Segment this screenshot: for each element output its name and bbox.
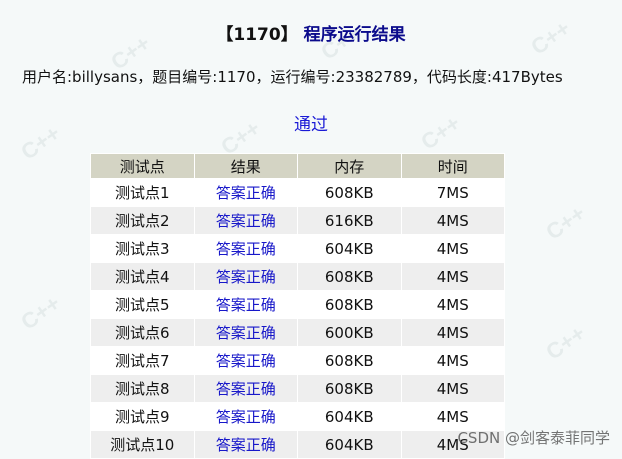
- result-cell: 答案正确: [193, 374, 298, 403]
- result-cell: 答案正确: [193, 178, 298, 207]
- memory-cell: 608KB: [297, 178, 402, 207]
- memory-cell: 600KB: [297, 318, 402, 347]
- memory-cell: 608KB: [297, 290, 402, 319]
- watermark-text: C++: [541, 200, 590, 245]
- time-cell: 4MS: [400, 374, 505, 403]
- time-cell: 7MS: [400, 178, 505, 207]
- test-point-cell: 测试点7: [90, 346, 195, 375]
- time-cell: 4MS: [400, 206, 505, 235]
- column-header-time: 时间: [400, 153, 505, 179]
- result-cell: 答案正确: [193, 262, 298, 291]
- table-header-row: 测试点 结果 内存 时间: [90, 153, 505, 179]
- test-point-cell: 测试点9: [90, 402, 195, 431]
- test-point-cell: 测试点5: [90, 290, 195, 319]
- memory-cell: 616KB: [297, 206, 402, 235]
- problem-id: 【1170】: [216, 25, 298, 45]
- table-row: 测试点5 答案正确 608KB 4MS: [90, 290, 505, 319]
- page-title-text: 程序运行结果: [303, 25, 406, 45]
- memory-cell: 608KB: [297, 262, 402, 291]
- csdn-attribution: CSDN @剑客泰菲同学: [457, 429, 610, 447]
- result-cell: 答案正确: [193, 430, 298, 459]
- test-point-cell: 测试点1: [90, 178, 195, 207]
- time-cell: 4MS: [400, 318, 505, 347]
- memory-cell: 604KB: [297, 430, 402, 459]
- table-row: 测试点1 答案正确 608KB 7MS: [90, 178, 505, 207]
- table-row: 测试点6 答案正确 600KB 4MS: [90, 318, 505, 347]
- status-link[interactable]: 通过: [0, 110, 622, 135]
- time-cell: 4MS: [400, 290, 505, 319]
- result-cell: 答案正确: [193, 290, 298, 319]
- time-cell: 4MS: [400, 262, 505, 291]
- test-point-cell: 测试点3: [90, 234, 195, 263]
- test-point-cell: 测试点2: [90, 206, 195, 235]
- results-table-container: 测试点 结果 内存 时间 测试点1 答案正确 608KB 7MS 测试点2 答案正确 616…: [90, 153, 505, 459]
- table-row: 测试点7 答案正确 608KB 4MS: [90, 346, 505, 375]
- result-cell: 答案正确: [193, 206, 298, 235]
- result-cell: 答案正确: [193, 318, 298, 347]
- memory-cell: 604KB: [297, 402, 402, 431]
- test-point-cell: 测试点10: [90, 430, 195, 459]
- result-cell: 答案正确: [193, 402, 298, 431]
- table-row: 测试点9 答案正确 604KB 4MS: [90, 402, 505, 431]
- table-row: 测试点2 答案正确 616KB 4MS: [90, 206, 505, 235]
- result-cell: 答案正确: [193, 234, 298, 263]
- watermark-text: C++: [16, 290, 65, 335]
- page-title: 【1170】 程序运行结果: [0, 20, 622, 45]
- time-cell: 4MS: [400, 346, 505, 375]
- column-header-memory: 内存: [297, 153, 402, 179]
- memory-cell: 608KB: [297, 346, 402, 375]
- test-point-cell: 测试点4: [90, 262, 195, 291]
- time-cell: 4MS: [400, 234, 505, 263]
- table-row: 测试点10 答案正确 604KB 4MS: [90, 430, 505, 459]
- test-point-cell: 测试点6: [90, 318, 195, 347]
- test-point-cell: 测试点8: [90, 374, 195, 403]
- table-row: 测试点3 答案正确 604KB 4MS: [90, 234, 505, 263]
- watermark-text: C++: [541, 320, 590, 365]
- column-header-result: 结果: [193, 153, 298, 179]
- results-table: 测试点 结果 内存 时间 测试点1 答案正确 608KB 7MS 测试点2 答案正确 616…: [90, 153, 505, 459]
- submission-info: 用户名:billysans，题目编号:1170，运行编号:23382789，代码…: [22, 68, 563, 86]
- result-cell: 答案正确: [193, 346, 298, 375]
- table-row: 测试点8 答案正确 608KB 4MS: [90, 374, 505, 403]
- table-row: 测试点4 答案正确 608KB 4MS: [90, 262, 505, 291]
- memory-cell: 608KB: [297, 374, 402, 403]
- memory-cell: 604KB: [297, 234, 402, 263]
- column-header-point: 测试点: [90, 153, 195, 179]
